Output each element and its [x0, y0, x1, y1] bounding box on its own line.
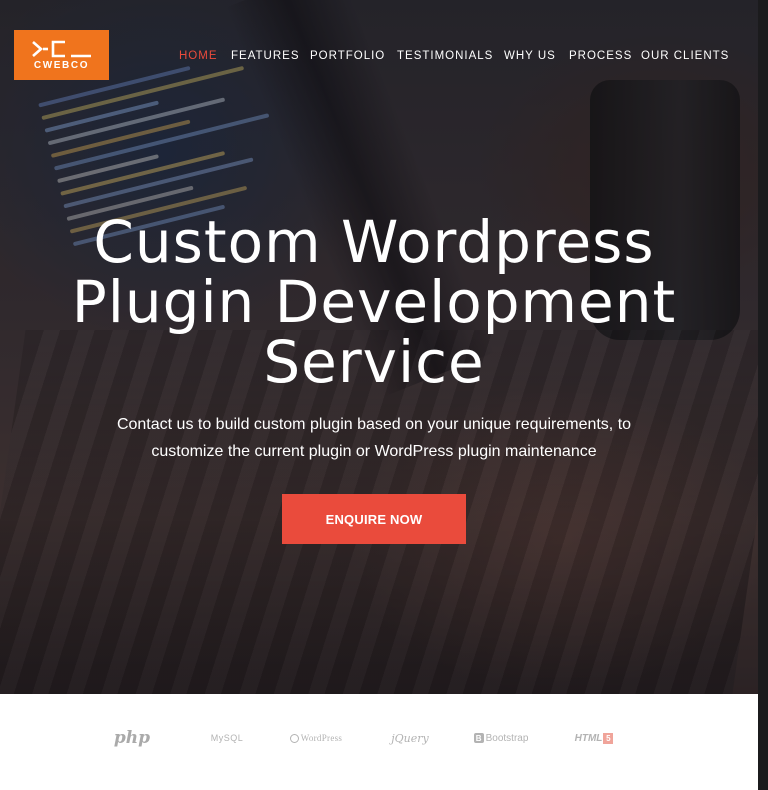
bootstrap-logo-text: Bootstrap: [485, 732, 529, 744]
mysql-logo-text: MySQL: [210, 733, 244, 743]
mysql-logo-icon: MySQL: [196, 728, 258, 748]
nav-item-our-clients[interactable]: OUR CLIENTS: [641, 50, 729, 62]
nav-item-features[interactable]: FEATURES: [231, 50, 300, 62]
wordpress-logo-icon: WordPress: [280, 728, 352, 748]
hero-title: Custom Wordpress Plugin Development Serv…: [71, 208, 677, 396]
wordpress-mark-icon: [289, 733, 299, 743]
hero-subtitle: Contact us to build custom plugin based …: [116, 416, 632, 460]
nav-item-process[interactable]: PROCESS: [569, 50, 632, 62]
jquery-logo-text: jQuery: [391, 731, 429, 745]
nav-item-home[interactable]: HOME: [179, 50, 218, 62]
nav-item-testimonials[interactable]: TESTIMONIALS: [397, 50, 493, 62]
bootstrap-logo-icon: B Bootstrap: [468, 728, 534, 748]
wordpress-logo-text: WordPress: [300, 733, 343, 743]
nav-item-why-us[interactable]: WHY US: [504, 50, 556, 62]
enquire-now-button[interactable]: ENQUIRE NOW: [282, 494, 466, 544]
html5-shield-icon: 5: [603, 732, 614, 744]
php-logo-text: php: [113, 728, 151, 748]
php-logo-icon: php: [100, 728, 164, 748]
nav-item-portfolio[interactable]: PORTFOLIO: [310, 50, 385, 62]
bootstrap-mark-icon: B: [473, 733, 484, 743]
html5-logo-text: HTML: [574, 732, 603, 744]
jquery-logo-icon: jQuery: [378, 728, 442, 748]
main-navigation: HOME FEATURES PORTFOLIO TESTIMONIALS WHY…: [0, 50, 758, 64]
html5-logo-icon: HTML 5: [566, 728, 622, 748]
page-edge: [758, 0, 768, 790]
